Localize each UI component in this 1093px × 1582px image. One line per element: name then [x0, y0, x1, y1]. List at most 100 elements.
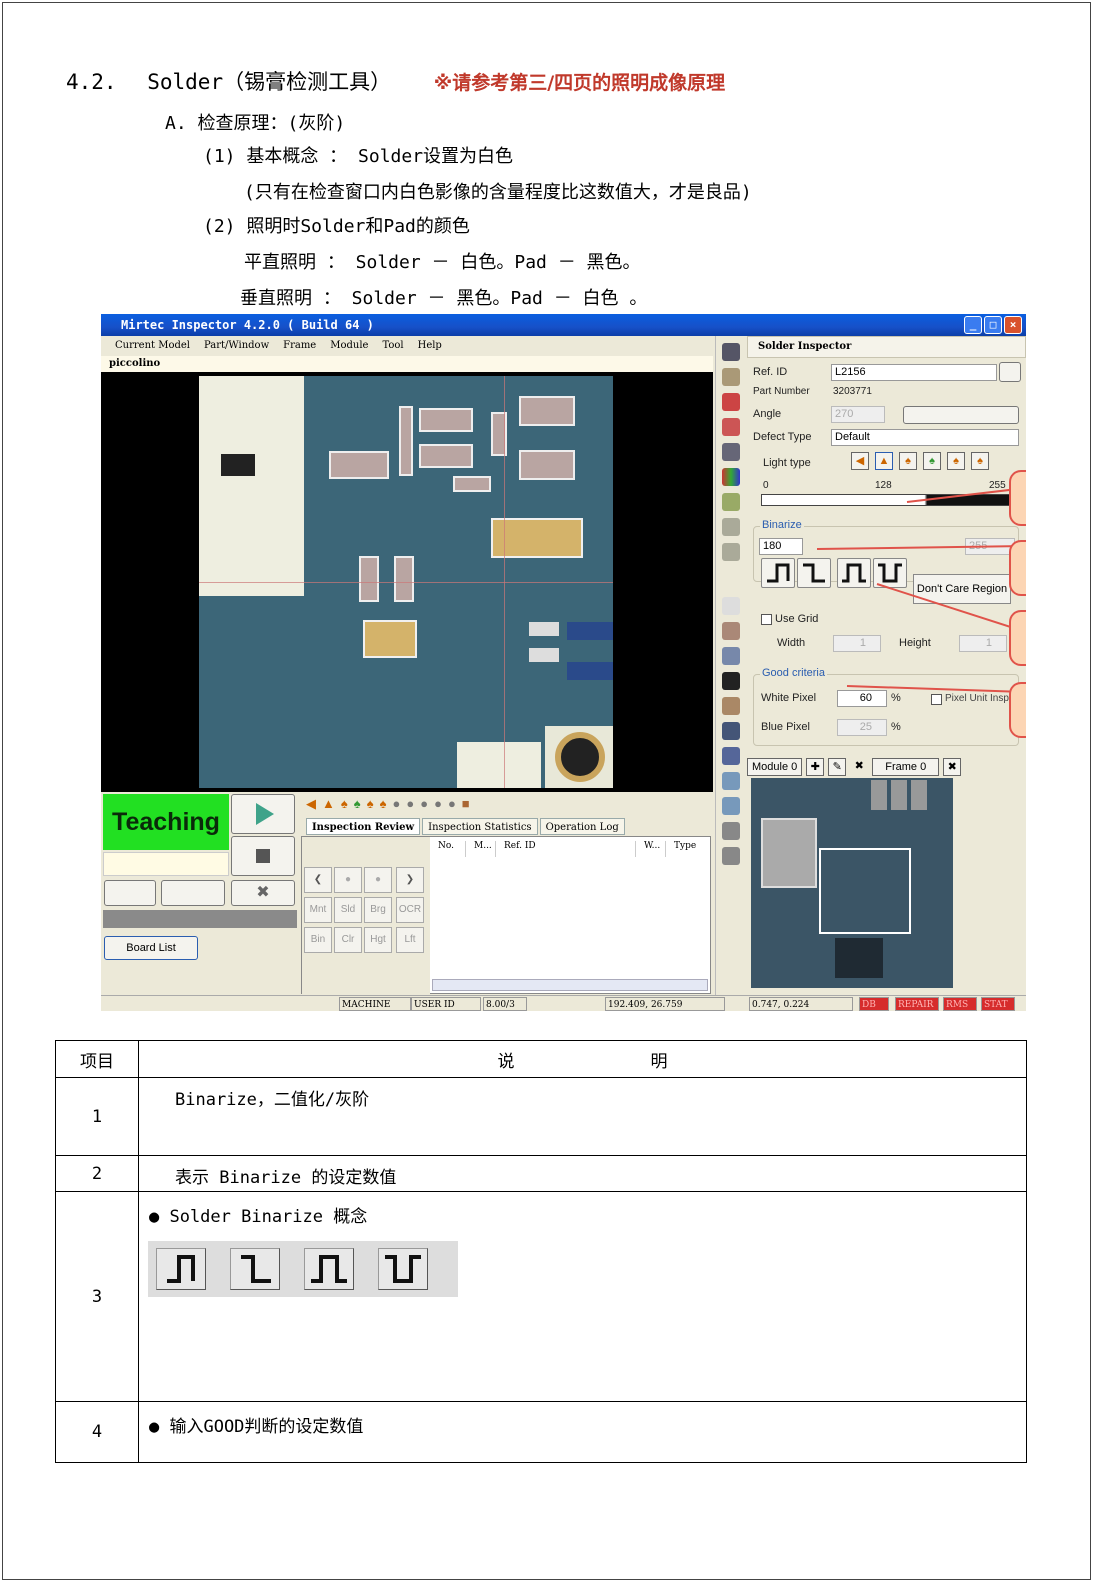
menu-module[interactable]: Module: [330, 336, 368, 356]
app-titlebar: Mirtec Inspector 4.2.0 ( Build 64 ) _ □ …: [101, 314, 1026, 336]
frame-tool-icon[interactable]: [722, 847, 740, 865]
solder-inspector-panel: Solder Inspector Ref. ID L2156 Part Numb…: [747, 336, 1026, 756]
filter-lft-button[interactable]: Lft: [396, 927, 424, 953]
tab-operation-log[interactable]: Operation Log: [539, 818, 625, 835]
color-tool-icon[interactable]: [722, 468, 740, 486]
module-frame-row: Module 0 ✚ ✎ ✖ Frame 0 ✖: [747, 758, 962, 776]
table-header: 项目 说 明: [55, 1040, 1027, 1078]
stop-button[interactable]: [231, 836, 295, 876]
font-tool-icon[interactable]: [722, 393, 740, 411]
add-module-icon[interactable]: ✚: [806, 758, 825, 776]
table-row: 1 Binarize，二值化/灰阶: [55, 1077, 1027, 1156]
control-area: Teaching ✖ Board List ◀ ▲ ♠ ♠ ♠ ♠ ● ● ● ● ● ■ Insp…: [101, 792, 713, 996]
header-description: 说 明: [138, 1040, 1027, 1078]
vertical-toolbar: [715, 336, 745, 1006]
filter-mnt-button[interactable]: Mnt: [304, 897, 332, 923]
chip-tool-icon[interactable]: [722, 443, 740, 461]
play-frame-icon[interactable]: [161, 880, 225, 906]
col-type[interactable]: Type: [666, 841, 706, 857]
play-button[interactable]: [231, 794, 295, 834]
grid-tool-icon[interactable]: [722, 343, 740, 361]
move-tool-icon[interactable]: [722, 368, 740, 386]
review-tabs: Inspection Review Inspection Statistics …: [306, 818, 625, 835]
tab-inspection-review[interactable]: Inspection Review: [306, 818, 421, 835]
menu-current-model[interactable]: Current Model: [115, 336, 190, 356]
export-tool-icon[interactable]: [722, 797, 740, 815]
hand-tool-icon[interactable]: [722, 622, 740, 640]
status-user-id: USER ID: [411, 997, 481, 1011]
delete-module-icon[interactable]: ✖: [850, 758, 868, 776]
header-item: 项目: [55, 1040, 139, 1078]
list-tool-icon[interactable]: [722, 722, 740, 740]
col-ref-id[interactable]: Ref. ID: [496, 841, 636, 857]
window-tool-icon[interactable]: [722, 747, 740, 765]
app-title: Mirtec Inspector 4.2.0 ( Build 64 ): [121, 318, 374, 332]
edit-module-icon[interactable]: ✎: [828, 758, 847, 776]
row-index: 4: [55, 1401, 139, 1463]
book-tool-icon[interactable]: [722, 697, 740, 715]
row-index: 3: [55, 1191, 139, 1402]
layers-tool-icon[interactable]: [722, 772, 740, 790]
menu-tool[interactable]: Tool: [382, 336, 403, 356]
review-grid-buttons: ❮ ● ● ❯ Mnt Sld Brg OCR Bin Clr Hgt Lft: [302, 837, 430, 995]
callout-1: [1009, 470, 1026, 526]
align-tool-icon[interactable]: [722, 518, 740, 536]
col-no[interactable]: No.: [430, 841, 466, 857]
filter-bin-button[interactable]: Bin: [304, 927, 332, 953]
table-row: 4 ● 输入GOOD判断的设定数值: [55, 1401, 1027, 1463]
eraser-tool-icon[interactable]: [722, 493, 740, 511]
contrast-tool-icon[interactable]: [722, 672, 740, 690]
status-scale: 0.747, 0.224: [749, 997, 853, 1011]
tab-inspection-statistics[interactable]: Inspection Statistics: [422, 818, 538, 835]
col-m[interactable]: M...: [466, 841, 496, 857]
review-column-header: No. M... Ref. ID W... Type: [430, 841, 710, 857]
row-description: ● 输入GOOD判断的设定数值: [149, 1417, 364, 1437]
menu-frame[interactable]: Frame: [283, 336, 316, 356]
measure-tool-icon[interactable]: [722, 543, 740, 561]
roi-rectangle[interactable]: [819, 848, 911, 934]
section-heading: 4.2. Solder（锡膏检测工具） ※请参考第三/四页的照明成像原理: [66, 66, 725, 96]
circle-b-icon[interactable]: ●: [364, 867, 392, 893]
board-list-button[interactable]: Board List: [104, 936, 198, 960]
pointer-tool-icon[interactable]: [722, 597, 740, 615]
line-p2-b: 垂直照明 ： Solder － 黑色。Pad － 白色 。: [240, 288, 648, 309]
board-thumbnail[interactable]: [751, 778, 953, 988]
delete-frame-icon[interactable]: ✖: [943, 758, 962, 776]
rising-edge-icon: [156, 1248, 206, 1290]
minimize-icon[interactable]: _: [964, 316, 982, 334]
app-screenshot: Mirtec Inspector 4.2.0 ( Build 64 ) _ □ …: [101, 314, 1026, 1011]
frame-button[interactable]: Frame 0: [872, 758, 940, 776]
filter-sld-button[interactable]: Sld: [334, 897, 362, 923]
status-field: [103, 852, 229, 876]
move-arrows-icon[interactable]: [722, 647, 740, 665]
reference-note: ※请参考第三/四页的照明成像原理: [433, 72, 726, 94]
pulse-icon: [304, 1248, 354, 1290]
robot-teach-icon[interactable]: [104, 880, 156, 906]
binarize-mode-illustration: [148, 1241, 458, 1297]
filter-brg-button[interactable]: Brg: [364, 897, 392, 923]
close-icon[interactable]: ×: [1004, 316, 1022, 334]
callout-3: [1009, 610, 1026, 666]
filter-hgt-button[interactable]: Hgt: [364, 927, 392, 953]
module-button[interactable]: Module 0: [747, 758, 803, 776]
circle-a-icon[interactable]: ●: [334, 867, 362, 893]
light-quick-buttons: ◀ ▲ ♠ ♠ ♠ ♠ ● ● ● ● ● ■: [306, 796, 470, 811]
menu-part-window[interactable]: Part/Window: [204, 336, 269, 356]
row-description: ● Solder Binarize 概念: [149, 1207, 368, 1227]
col-w[interactable]: W...: [636, 841, 666, 857]
board-viewer[interactable]: [101, 372, 713, 792]
prev-icon[interactable]: ❮: [304, 867, 332, 893]
cancel-icon[interactable]: ✖: [231, 880, 295, 906]
callout-4: [1009, 682, 1026, 738]
section-title: Solder（锡膏检测工具）: [147, 70, 392, 94]
maximize-icon[interactable]: □: [984, 316, 1002, 334]
filter-clr-button[interactable]: Clr: [334, 927, 362, 953]
review-scrollbar[interactable]: [432, 979, 708, 991]
callout-leaders: [816, 487, 1026, 693]
status-repair-flag: REPAIR: [895, 997, 939, 1011]
filter-ocr-button[interactable]: OCR: [396, 897, 424, 923]
resize-tool-icon[interactable]: [722, 418, 740, 436]
menu-help[interactable]: Help: [418, 336, 442, 356]
copy-tool-icon[interactable]: [722, 822, 740, 840]
next-icon[interactable]: ❯: [396, 867, 424, 893]
